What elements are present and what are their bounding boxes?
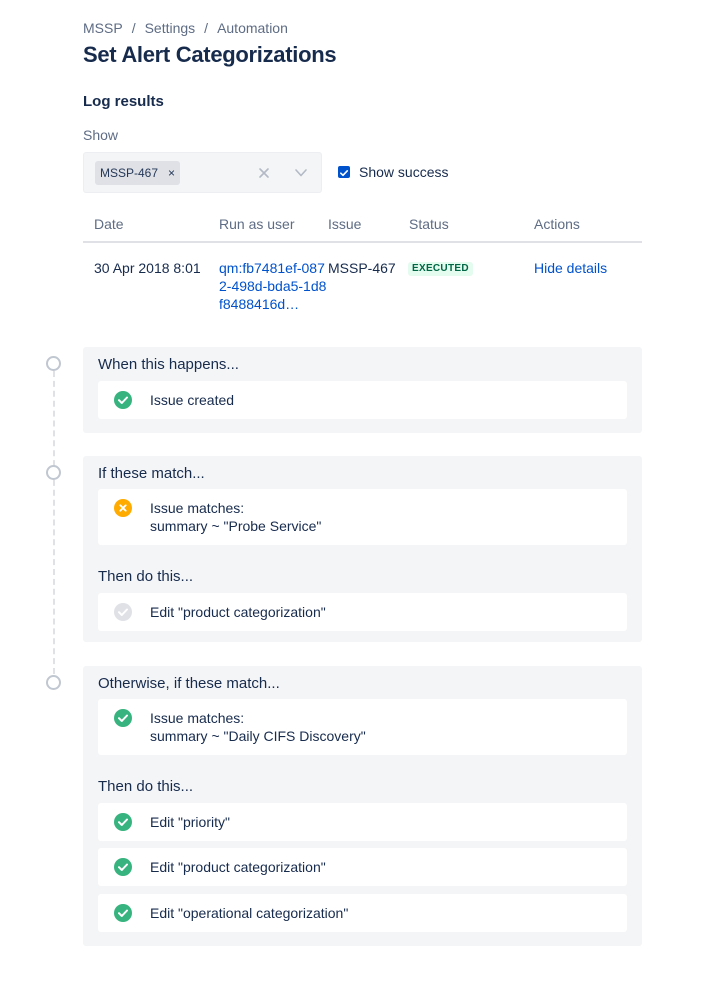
timeline-node	[46, 465, 61, 480]
then-heading: Then do this...	[98, 568, 194, 585]
success-check-icon	[114, 813, 132, 831]
show-success-checkbox[interactable]	[338, 166, 350, 178]
breadcrumb-item-mssp[interactable]: MSSP	[83, 20, 123, 36]
action-card[interactable]: Edit "operational categorization"	[98, 894, 627, 932]
check-icon	[340, 170, 349, 177]
row-issue: MSSP-467	[328, 260, 396, 276]
filter-tag: MSSP-467 ×	[95, 161, 181, 185]
column-header-actions: Actions	[534, 216, 580, 232]
skipped-check-icon	[114, 603, 132, 621]
condition-text: Issue matches:	[150, 710, 245, 726]
condition-panel-2: Otherwise, if these match... Issue match…	[83, 666, 642, 946]
condition-text: Issue matches:	[150, 500, 245, 516]
hide-details-link[interactable]: Hide details	[534, 259, 607, 277]
success-check-icon	[114, 904, 132, 922]
trigger-text: Issue created	[150, 392, 235, 408]
column-header-date: Date	[94, 216, 124, 232]
action-card[interactable]: Edit "product categorization"	[98, 848, 627, 886]
no-match-icon	[114, 499, 132, 517]
tag-remove-button[interactable]: ×	[168, 161, 175, 185]
success-check-icon	[114, 391, 132, 409]
timeline-node	[46, 675, 61, 690]
breadcrumb-item-settings[interactable]: Settings	[145, 20, 196, 36]
show-filter-select[interactable]: MSSP-467 ×	[83, 152, 322, 193]
success-check-icon	[114, 858, 132, 876]
timeline-node	[46, 356, 61, 371]
table-divider	[83, 241, 642, 243]
action-text: Edit "product categorization"	[150, 859, 326, 875]
then-heading: Then do this...	[98, 778, 194, 795]
condition-heading: If these match...	[98, 465, 205, 482]
status-badge: EXECUTED	[408, 262, 473, 276]
condition-panel-1: If these match... Issue matches: summary…	[83, 456, 642, 642]
row-run-as-user-link[interactable]: qm:fb7481ef-0872-498d-bda5-1d8f8488416d…	[219, 259, 327, 313]
breadcrumb-separator: /	[131, 20, 136, 36]
condition-card[interactable]: Issue matches: summary ~ "Daily CIFS Dis…	[98, 699, 627, 755]
action-card[interactable]: Edit "product categorization"	[98, 593, 627, 631]
column-header-run-as-user: Run as user	[219, 216, 295, 232]
trigger-card[interactable]: Issue created	[98, 381, 627, 419]
breadcrumb-separator: /	[204, 20, 209, 36]
page-title: Set Alert Categorizations	[83, 42, 337, 67]
show-filter-label: Show	[83, 127, 119, 143]
breadcrumb: MSSP / Settings / Automation	[83, 20, 288, 36]
column-header-status: Status	[409, 216, 449, 232]
breadcrumb-item-automation[interactable]: Automation	[217, 20, 288, 36]
action-text: Edit "operational categorization"	[150, 905, 349, 921]
action-card[interactable]: Edit "priority"	[98, 803, 627, 841]
condition-query: summary ~ "Daily CIFS Discovery"	[150, 728, 366, 744]
log-results-title: Log results	[83, 93, 164, 110]
show-success-label[interactable]: Show success	[359, 164, 448, 180]
timeline-line	[53, 371, 55, 674]
row-date: 30 Apr 2018 8:01	[94, 260, 201, 276]
condition-heading: Otherwise, if these match...	[98, 675, 280, 692]
condition-card[interactable]: Issue matches: summary ~ "Probe Service"	[98, 489, 627, 545]
filter-tag-label: MSSP-467	[100, 166, 159, 180]
chevron-down-icon[interactable]	[294, 163, 308, 183]
success-check-icon	[114, 709, 132, 727]
action-text: Edit "priority"	[150, 814, 230, 830]
action-text: Edit "product categorization"	[150, 604, 326, 620]
trigger-heading: When this happens...	[98, 356, 239, 373]
trigger-panel: When this happens... Issue created	[83, 347, 642, 433]
column-header-issue: Issue	[328, 216, 362, 232]
condition-query: summary ~ "Probe Service"	[150, 518, 322, 534]
clear-icon[interactable]	[257, 163, 271, 183]
